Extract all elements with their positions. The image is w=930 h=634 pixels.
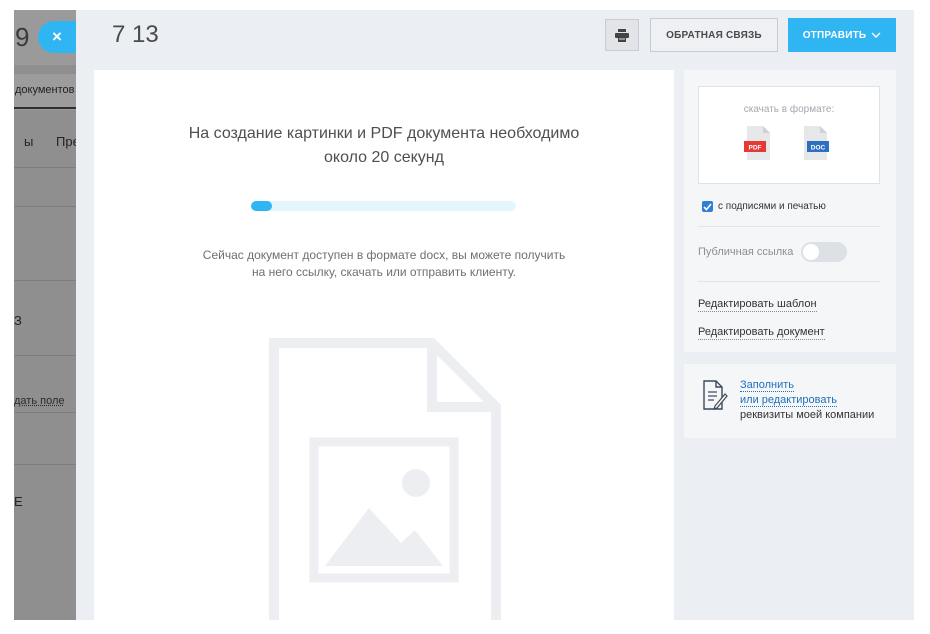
options-divider: [698, 281, 880, 282]
document-modal: 7 13 ОБРАТНАЯ СВЯЗЬ ОТПРАВИТЬ На создани…: [76, 10, 914, 620]
signatures-option[interactable]: с подписями и печатью: [702, 201, 826, 212]
background-divider: [14, 280, 76, 281]
feedback-button[interactable]: ОБРАТНАЯ СВЯЗЬ: [650, 18, 778, 52]
send-button[interactable]: ОТПРАВИТЬ: [788, 18, 896, 52]
availability-message-line: на него ссылку, скачать или отправить кл…: [251, 265, 516, 279]
pdf-format-label: PDF: [749, 145, 762, 152]
pdf-file-icon[interactable]: PDF: [743, 125, 773, 161]
background-menu-item: ы: [24, 134, 34, 149]
company-details-label: реквизиты моей компании: [740, 409, 875, 421]
availability-message: Сейчас документ доступен в формате docx,…: [94, 247, 674, 281]
background-letter: З: [14, 313, 22, 328]
background-app: 9 документов ы Пре З дать поле Е: [14, 10, 76, 620]
background-tab-label: документов: [15, 84, 75, 96]
progress-bar: [251, 201, 516, 211]
download-box: скачать в формате: PDF DOC: [698, 86, 880, 184]
generation-message-line: На создание картинки и PDF документа нео…: [188, 125, 580, 142]
print-button[interactable]: [605, 19, 639, 51]
background-divider: [14, 167, 76, 168]
checkmark-icon: [703, 202, 712, 211]
close-button[interactable]: ×: [38, 21, 76, 53]
fill-company-link[interactable]: Заполнить: [740, 379, 795, 392]
edit-company-link[interactable]: или редактировать: [740, 394, 838, 407]
chevron-down-icon: [871, 32, 881, 38]
generation-message: На создание картинки и PDF документа нео…: [94, 122, 674, 170]
options-divider: [698, 226, 880, 227]
background-tab: документов: [14, 74, 76, 110]
close-icon: ×: [52, 27, 62, 46]
availability-message-line: Сейчас документ доступен в формате docx,…: [202, 248, 566, 262]
background-letter: Е: [14, 494, 23, 509]
document-title: 7 13: [112, 21, 159, 48]
public-link-option: Публичная ссылка: [698, 242, 848, 262]
edit-document-icon: [703, 380, 728, 410]
document-preview: На создание картинки и PDF документа нео…: [94, 70, 674, 620]
background-divider: [14, 464, 76, 465]
signatures-label: с подписями и печатью: [718, 201, 826, 212]
document-placeholder-icon: [269, 338, 501, 620]
toggle-knob: [803, 244, 820, 260]
background-divider: [14, 412, 76, 413]
edit-document-link[interactable]: Редактировать документ: [698, 326, 825, 340]
background-divider: [14, 355, 76, 356]
background-link: дать поле: [14, 395, 65, 407]
background-tab-underline: [14, 107, 76, 109]
signatures-checkbox[interactable]: [702, 201, 713, 212]
doc-file-icon[interactable]: DOC: [800, 125, 830, 161]
progress-fill: [251, 201, 273, 211]
background-number: 9: [15, 22, 30, 52]
options-panel: скачать в формате: PDF DOC с подписями и…: [684, 70, 896, 352]
printer-icon: [615, 28, 629, 42]
send-button-label: ОТПРАВИТЬ: [802, 29, 867, 41]
download-label: скачать в формате:: [743, 104, 835, 115]
public-link-toggle[interactable]: [801, 242, 848, 262]
company-details-text: Заполнить или редактировать реквизиты мо…: [740, 378, 874, 423]
background-divider: [14, 206, 76, 207]
edit-template-link[interactable]: Редактировать шаблон: [698, 298, 817, 312]
company-details-box: Заполнить или редактировать реквизиты мо…: [684, 364, 896, 438]
doc-format-label: DOC: [811, 145, 826, 152]
generation-message-line: около 20 секунд: [324, 149, 444, 166]
public-link-label: Публичная ссылка: [698, 246, 794, 258]
background-menu-item: Пре: [56, 134, 76, 149]
